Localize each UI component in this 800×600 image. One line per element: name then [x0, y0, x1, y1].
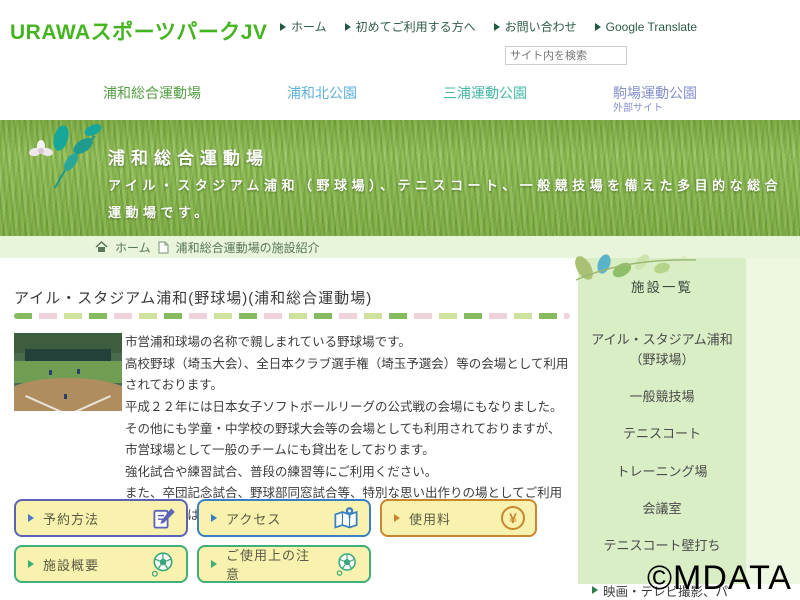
nav-first-time-label: 初めてご利用する方へ: [356, 18, 476, 35]
sidebar-item-athletics[interactable]: 一般競技場: [586, 387, 738, 407]
sidebar-item-training[interactable]: トレーニング場: [586, 462, 738, 482]
nav-google-translate[interactable]: Google Translate: [595, 18, 697, 35]
facility-overview-button[interactable]: 施設概要: [14, 545, 188, 583]
search-input[interactable]: [506, 50, 656, 62]
watermark: ©MDATA: [647, 559, 792, 598]
paragraph: 強化試合や練習試合、普段の練習等にご利用ください。: [125, 462, 572, 484]
button-label: 予約方法: [43, 509, 99, 528]
sidebar-items: アイル・スタジアム浦和（野球場） 一般競技場 テニスコート トレーニング場 会議…: [578, 330, 746, 556]
paragraph: 平成２２年には日本女子ソフトボールリーグの公式戦の会場にもなりました。 その他に…: [125, 397, 572, 462]
soccer-ball-icon: [335, 551, 359, 577]
site-logo[interactable]: URAWAスポーツパークJV: [10, 16, 267, 46]
top-nav: ホーム 初めてご利用する方へ お問い合わせ Google Translate: [280, 18, 697, 35]
flower-icon: [28, 140, 53, 157]
pencil-icon: [152, 506, 176, 530]
tab-sublabel-external: 外部サイト: [613, 103, 697, 116]
map-icon: [333, 506, 359, 530]
action-buttons: 予約方法 アクセス 使用料: [14, 499, 574, 583]
page: URAWAスポーツパークJV ホーム 初めてご利用する方へ お問い合わせ Goo…: [0, 0, 800, 600]
site-search: [505, 46, 627, 65]
tab-label: 浦和総合運動場: [103, 85, 201, 101]
nav-contact[interactable]: お問い合わせ: [494, 18, 577, 35]
arrow-icon: [211, 560, 217, 568]
tab-label: 三浦運動公園: [443, 85, 527, 101]
nav-home[interactable]: ホーム: [280, 18, 327, 35]
button-label: ご使用上の注意: [226, 545, 317, 583]
leaf-decoration-icon: [25, 118, 115, 198]
hero-banner: 浦和総合運動場 アイル・スタジアム浦和（野球場）、テニスコート、一般競技場を備え…: [0, 120, 800, 236]
arrow-icon: [595, 23, 601, 31]
leaf-decoration-icon: [566, 250, 726, 290]
button-label: 使用料: [409, 509, 451, 528]
usage-precautions-button[interactable]: ご使用上の注意: [197, 545, 371, 583]
paragraph: 高校野球（埼玉大会）、全日本クラブ選手権（埼玉予選会）等の会場として利用されてお…: [125, 354, 572, 397]
arrow-icon: [28, 514, 34, 522]
tab-label: 駒場運動公園: [613, 85, 697, 101]
arrow-icon: [28, 560, 34, 568]
page-title: アイル・スタジアム浦和(野球場)(浦和総合運動場): [14, 287, 372, 308]
hero-subtitle: アイル・スタジアム浦和（野球場）、テニスコート、一般競技場を備えた多目的な総合運…: [108, 173, 798, 226]
paragraph: 市営浦和球場の名称で親しまれている野球場です。: [125, 332, 572, 354]
home-icon: [95, 241, 108, 253]
tab-urawa-kita[interactable]: 浦和北公園: [287, 85, 357, 103]
reservation-method-button[interactable]: 予約方法: [14, 499, 188, 537]
yen-icon: ¥: [501, 506, 525, 530]
arrow-icon: [592, 586, 598, 594]
baseball-field-photo: [14, 333, 122, 411]
nav-home-label: ホーム: [291, 18, 327, 35]
sidebar-item-tennis-wall[interactable]: テニスコート壁打ち: [586, 536, 738, 556]
sidebar-item-meeting-room[interactable]: 会議室: [586, 499, 738, 519]
page-icon: [158, 241, 169, 254]
access-button[interactable]: アクセス: [197, 499, 371, 537]
tab-komaba[interactable]: 駒場運動公園外部サイト: [613, 85, 697, 115]
header: URAWAスポーツパークJV ホーム 初めてご利用する方へ お問い合わせ Goo…: [0, 0, 800, 75]
arrow-icon: [211, 514, 217, 522]
dashed-divider: [14, 313, 570, 319]
tab-label: 浦和北公園: [287, 85, 357, 101]
button-label: アクセス: [226, 509, 281, 528]
facility-sidebar: 施設一覧 アイル・スタジアム浦和（野球場） 一般競技場 テニスコート トレーニン…: [578, 258, 746, 584]
arrow-icon: [280, 23, 286, 31]
nav-first-time[interactable]: 初めてご利用する方へ: [345, 18, 476, 35]
nav-contact-label: お問い合わせ: [505, 18, 577, 35]
arrow-icon: [394, 514, 400, 522]
arrow-icon: [345, 23, 351, 31]
arrow-icon: [494, 23, 500, 31]
description-text: 市営浦和球場の名称で親しまれている野球場です。 高校野球（埼玉大会）、全日本クラ…: [125, 332, 572, 527]
hero-title: 浦和総合運動場: [108, 144, 269, 169]
breadcrumb-home[interactable]: ホーム: [115, 239, 151, 256]
breadcrumb-current: 浦和総合運動場の施設紹介: [176, 239, 320, 256]
usage-fee-button[interactable]: 使用料 ¥: [380, 499, 537, 537]
sidebar-item-stadium[interactable]: アイル・スタジアム浦和（野球場）: [586, 330, 738, 370]
sidebar-background-strip: [746, 258, 800, 584]
soccer-ball-icon: [150, 551, 176, 577]
nav-google-translate-label: Google Translate: [606, 20, 697, 34]
park-tabs: 浦和総合運動場 浦和北公園 三浦運動公園 駒場運動公園外部サイト: [0, 75, 800, 120]
tab-miura[interactable]: 三浦運動公園: [443, 85, 527, 103]
tab-urawa-sogo[interactable]: 浦和総合運動場: [103, 85, 201, 103]
button-label: 施設概要: [43, 555, 99, 574]
sidebar-item-tennis[interactable]: テニスコート: [586, 424, 738, 444]
